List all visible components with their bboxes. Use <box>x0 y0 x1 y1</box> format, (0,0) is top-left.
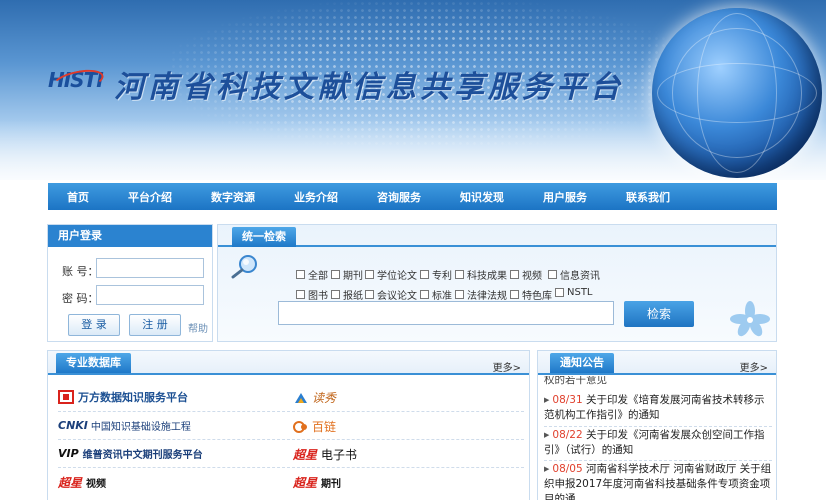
option-standard[interactable]: 标准 <box>420 287 452 302</box>
notice-item[interactable]: ▶ 08/05 河南省科学技术厅 河南省财政厅 关于组织申报2017年度河南省科技… <box>544 462 772 500</box>
help-link[interactable]: 帮助 <box>188 320 208 335</box>
databases-panel: 专业数据库 更多> 万方数据知识服务平台 读秀 CNKI 中国知识基础设施工程 … <box>47 350 530 500</box>
option-all[interactable]: 全部 <box>296 267 328 282</box>
chaoxing-logo-icon: 超星 <box>293 476 318 490</box>
account-input[interactable] <box>96 258 204 278</box>
flower-decoration <box>730 301 770 337</box>
header-banner: HISTI 河南省科技文献信息共享服务平台 <box>0 0 826 180</box>
login-button[interactable]: 登 录 <box>68 314 120 336</box>
db-bailian[interactable]: 百链 <box>293 418 336 435</box>
bailian-logo-icon <box>293 420 307 433</box>
option-special[interactable]: 特色库 <box>510 287 552 302</box>
notices-more-link[interactable]: 更多> <box>740 359 768 374</box>
vip-logo-icon: VIP <box>58 447 79 460</box>
nav-consulting[interactable]: 咨询服务 <box>362 189 436 205</box>
duxiu-logo-icon <box>295 392 307 403</box>
db-chaoxing-ebook[interactable]: 超星 电子书 <box>293 446 357 463</box>
notice-divider <box>544 460 772 461</box>
db-wanfang[interactable]: 万方数据知识服务平台 <box>58 389 188 405</box>
site-title: 河南省科技文献信息共享服务平台 <box>114 70 624 105</box>
globe-graphic <box>652 8 822 178</box>
login-tab: 用户登录 <box>58 229 102 242</box>
databases-tab: 专业数据库 <box>56 353 131 373</box>
notice-partial-item[interactable]: 权的若干意见 <box>544 376 772 385</box>
chaoxing-logo-icon: 超星 <box>293 448 318 462</box>
option-news[interactable]: 信息资讯 <box>548 267 600 282</box>
search-header-line <box>218 225 776 247</box>
nav-user-services[interactable]: 用户服务 <box>528 189 602 205</box>
notice-item[interactable]: ▶ 08/22 关于印发《河南省发展众创空间工作指引》（试行）的通知 <box>544 428 772 458</box>
nav-digital-resources[interactable]: 数字资源 <box>196 189 270 205</box>
nav-about[interactable]: 平台介绍 <box>113 189 187 205</box>
option-book[interactable]: 图书 <box>296 287 328 302</box>
db-vip[interactable]: VIP 维普资讯中文期刊服务平台 <box>58 446 203 461</box>
db-chaoxing-journal[interactable]: 超星 期刊 <box>293 474 341 491</box>
nav-home[interactable]: 首页 <box>52 189 104 205</box>
notice-item[interactable]: ▶ 08/31 关于印发《培育发展河南省技术转移示范机构工作指引》的通知 <box>544 393 772 423</box>
search-panel: 统一检索 全部 期刊 学位论文 专利 科技成果 视频 信息资讯 图书 报纸 会议… <box>217 224 777 342</box>
password-label: 密 码： <box>62 292 99 305</box>
wanfang-logo-icon <box>58 390 74 404</box>
option-thesis[interactable]: 学位论文 <box>365 267 417 282</box>
search-input[interactable] <box>278 301 614 325</box>
row-divider <box>58 411 524 412</box>
row-divider <box>58 439 524 440</box>
option-journal[interactable]: 期刊 <box>331 267 363 282</box>
magnifier-icon <box>231 255 257 279</box>
nav-business[interactable]: 业务介绍 <box>279 189 353 205</box>
bullet-icon: ▶ <box>544 465 550 473</box>
login-panel: 用户登录 账 号： 密 码： 登 录 注 册 帮助 <box>47 224 213 342</box>
option-law[interactable]: 法律法规 <box>455 287 507 302</box>
option-conference[interactable]: 会议论文 <box>365 287 417 302</box>
option-newspaper[interactable]: 报纸 <box>331 287 363 302</box>
option-video[interactable]: 视频 <box>510 267 542 282</box>
db-chaoxing-video[interactable]: 超星 视频 <box>58 474 106 491</box>
bullet-icon: ▶ <box>544 396 550 404</box>
cnki-logo-icon: CNKI <box>58 419 88 432</box>
option-nstl[interactable]: NSTL <box>555 287 593 298</box>
notices-tab: 通知公告 <box>550 353 614 373</box>
search-button[interactable]: 检索 <box>624 301 694 327</box>
db-duxiu[interactable]: 读秀 <box>293 389 336 406</box>
register-button[interactable]: 注 册 <box>129 314 181 336</box>
nav-knowledge-discovery[interactable]: 知识发现 <box>445 189 519 205</box>
row-divider <box>58 467 524 468</box>
main-nav: 首页 平台介绍 数字资源 业务介绍 咨询服务 知识发现 用户服务 联系我们 <box>48 183 777 210</box>
site-logo[interactable]: HISTI <box>48 65 106 97</box>
db-cnki[interactable]: CNKI 中国知识基础设施工程 <box>58 418 191 433</box>
account-label: 账 号： <box>62 265 99 278</box>
notices-panel: 通知公告 更多> 权的若干意见 ▶ 08/31 关于印发《培育发展河南省技术转移示… <box>537 350 777 500</box>
nav-contact[interactable]: 联系我们 <box>611 189 685 205</box>
chaoxing-logo-icon: 超星 <box>58 476 83 490</box>
notice-divider <box>544 426 772 427</box>
password-input[interactable] <box>96 285 204 305</box>
bullet-icon: ▶ <box>544 431 550 439</box>
databases-more-link[interactable]: 更多> <box>493 359 521 374</box>
option-achievement[interactable]: 科技成果 <box>455 267 507 282</box>
option-patent[interactable]: 专利 <box>420 267 452 282</box>
search-tab[interactable]: 统一检索 <box>232 227 296 247</box>
